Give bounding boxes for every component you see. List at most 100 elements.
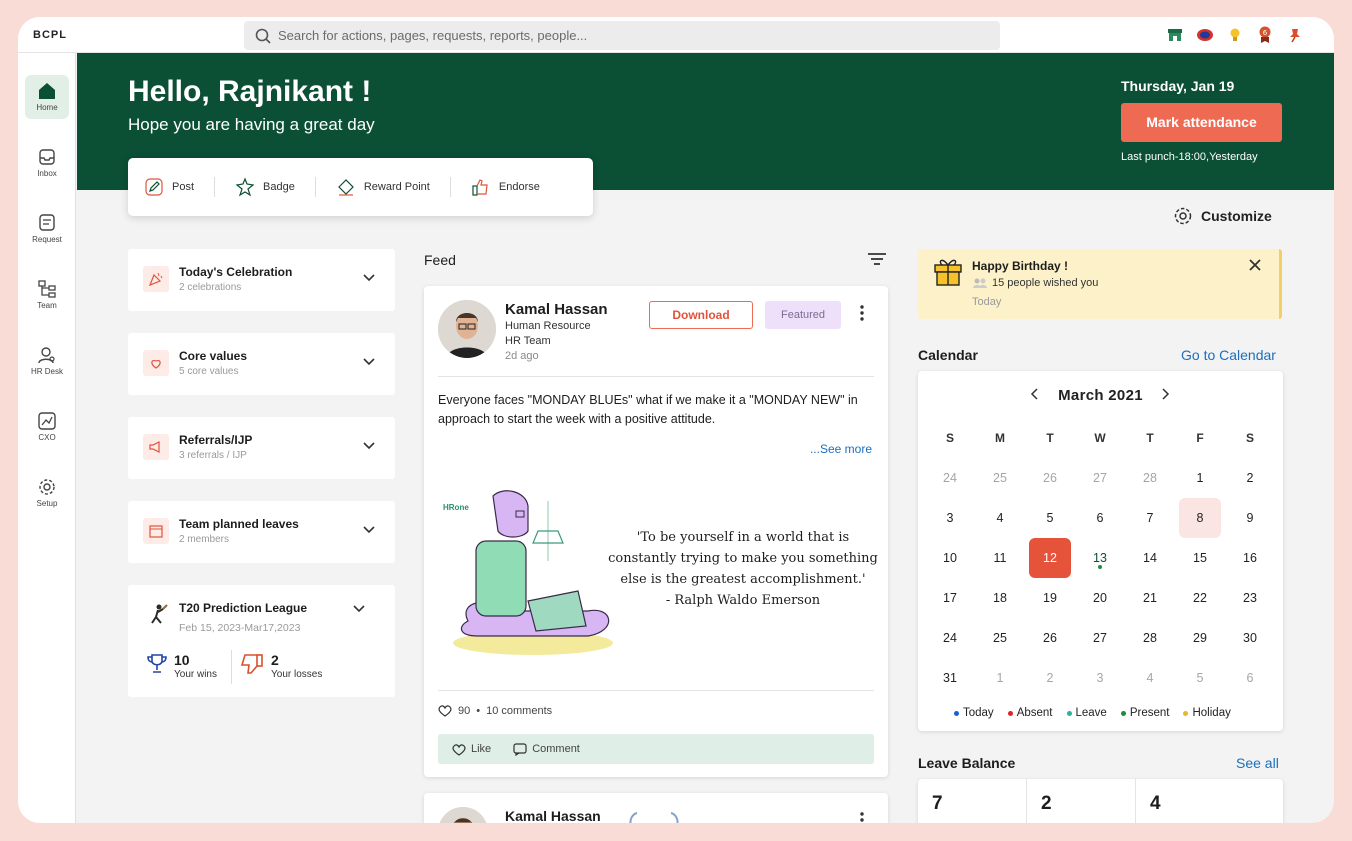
calendar-day[interactable]: 6 — [1225, 658, 1275, 698]
calendar-day[interactable]: 20 — [1075, 578, 1125, 618]
calendar-day[interactable]: 21 — [1125, 578, 1175, 618]
celebration-card[interactable]: Today's Celebration 2 celebrations — [128, 249, 395, 311]
author-name[interactable]: Kamal Hassan — [505, 301, 608, 318]
calendar-day[interactable]: 25 — [975, 618, 1025, 658]
calendar-day[interactable]: 15 — [1175, 538, 1225, 578]
leave-balance-value[interactable]: 2 — [1027, 779, 1136, 823]
sidebar-item-hr-desk[interactable]: HR Desk — [25, 339, 69, 383]
reward-point-action[interactable]: Reward Point — [314, 177, 450, 197]
legend-item: Leave — [1066, 707, 1107, 719]
calendar-day[interactable]: 7 — [1125, 498, 1175, 538]
comment-count[interactable]: 10 comments — [486, 705, 552, 717]
calendar-day[interactable]: 26 — [1025, 618, 1075, 658]
chevron-down-icon[interactable] — [353, 605, 365, 613]
calendar-day[interactable]: 22 — [1175, 578, 1225, 618]
mark-attendance-button[interactable]: Mark attendance — [1121, 103, 1282, 142]
calendar-day[interactable]: 27 — [1075, 618, 1125, 658]
customize-button[interactable]: Customize — [1173, 206, 1272, 226]
thumbs-up-icon — [472, 179, 488, 196]
calendar-day[interactable]: 18 — [975, 578, 1025, 618]
post-action-bar: Like Comment — [438, 734, 874, 764]
calendar-day[interactable]: 1 — [975, 658, 1025, 698]
calendar-day[interactable]: 3 — [925, 498, 975, 538]
see-more-link[interactable]: ...See more — [810, 442, 872, 456]
bulb-icon[interactable] — [1226, 26, 1244, 44]
search-input[interactable]: Search for actions, pages, requests, rep… — [244, 21, 1000, 50]
sidebar-item-team[interactable]: Team — [25, 273, 69, 317]
sidebar-item-setup[interactable]: Setup — [25, 471, 69, 515]
store-icon[interactable] — [1166, 26, 1184, 44]
calendar-day[interactable]: 30 — [1225, 618, 1275, 658]
comment-button[interactable]: Comment — [513, 742, 580, 756]
calendar-day[interactable]: 10 — [925, 538, 975, 578]
leave-balance-value[interactable]: 7 — [918, 779, 1027, 823]
filter-icon[interactable] — [867, 251, 887, 267]
leave-balance-value[interactable]: 4 — [1136, 779, 1245, 823]
badge-action[interactable]: Badge — [214, 177, 315, 197]
chevron-down-icon[interactable] — [363, 358, 375, 366]
close-icon[interactable] — [1249, 259, 1261, 271]
calendar-day[interactable]: 1 — [1175, 458, 1225, 498]
award-icon[interactable]: 6 — [1256, 26, 1274, 44]
hr-desk-icon — [38, 347, 55, 364]
see-all-link[interactable]: See all — [1236, 755, 1279, 771]
legend-label: Today — [963, 707, 994, 719]
calendar-day[interactable]: 28 — [1125, 458, 1175, 498]
chevron-right-icon[interactable] — [1160, 387, 1170, 401]
t20-league-card[interactable]: T20 Prediction League Feb 15, 2023-Mar17… — [128, 585, 395, 697]
chevron-down-icon[interactable] — [363, 526, 375, 534]
calendar-day[interactable]: 27 — [1075, 458, 1125, 498]
calendar-day[interactable]: 4 — [975, 498, 1025, 538]
chevron-down-icon[interactable] — [363, 274, 375, 282]
calendar-day[interactable]: 29 — [1175, 618, 1225, 658]
calendar-day[interactable]: 28 — [1125, 618, 1175, 658]
core-values-card[interactable]: Core values 5 core values — [128, 333, 395, 395]
star-badge-icon — [235, 177, 255, 197]
core-values-icon — [143, 350, 169, 376]
go-to-calendar-link[interactable]: Go to Calendar — [1181, 347, 1276, 363]
referrals-card[interactable]: Referrals/IJP 3 referrals / IJP — [128, 417, 395, 479]
sidebar-item-cxo[interactable]: CXO — [25, 405, 69, 449]
chevron-down-icon[interactable] — [363, 442, 375, 450]
sidebar-item-inbox[interactable]: Inbox — [25, 141, 69, 185]
calendar-day[interactable]: 5 — [1175, 658, 1225, 698]
calendar-day[interactable]: 5 — [1025, 498, 1075, 538]
birthday-date: Today — [972, 296, 1002, 308]
calendar-day[interactable]: 13 — [1075, 538, 1125, 578]
calendar-day[interactable]: 19 — [1025, 578, 1075, 618]
calendar-day[interactable]: 14 — [1125, 538, 1175, 578]
calendar-day[interactable]: 2 — [1025, 658, 1075, 698]
post-stats: 90 • 10 comments — [438, 704, 552, 717]
post-action[interactable]: Post — [144, 177, 214, 197]
calendar-day[interactable]: 25 — [975, 458, 1025, 498]
pin-icon[interactable] — [1286, 26, 1304, 44]
calendar-day[interactable]: 4 — [1125, 658, 1175, 698]
endorse-action[interactable]: Endorse — [449, 177, 560, 197]
author-name[interactable]: Kamal Hassan — [505, 808, 601, 823]
sidebar-item-request[interactable]: Request — [25, 207, 69, 251]
calendar-day[interactable]: 11 — [975, 538, 1025, 578]
calendar-day[interactable]: 23 — [1225, 578, 1275, 618]
team-leaves-card[interactable]: Team planned leaves 2 members — [128, 501, 395, 563]
birthday-wishes[interactable]: 15 people wished you — [972, 277, 1098, 289]
more-options-icon[interactable] — [859, 304, 865, 322]
calendar-day[interactable]: 6 — [1075, 498, 1125, 538]
calendar-day[interactable]: 2 — [1225, 458, 1275, 498]
calendar-day[interactable]: 24 — [925, 618, 975, 658]
calendar-day[interactable]: 26 — [1025, 458, 1075, 498]
calendar-day[interactable]: 17 — [925, 578, 975, 618]
avatar[interactable] — [438, 807, 488, 823]
calendar-day[interactable]: 3 — [1075, 658, 1125, 698]
avatar[interactable] — [438, 300, 496, 358]
calendar-day[interactable]: 12 — [1029, 538, 1071, 578]
like-button[interactable]: Like — [452, 743, 491, 756]
calendar-day[interactable]: 16 — [1225, 538, 1275, 578]
calendar-day[interactable]: 24 — [925, 458, 975, 498]
badge-icon[interactable] — [1196, 26, 1214, 44]
calendar-day[interactable]: 31 — [925, 658, 975, 698]
more-options-icon[interactable] — [859, 811, 865, 823]
download-button[interactable]: Download — [649, 301, 753, 329]
calendar-day[interactable]: 9 — [1225, 498, 1275, 538]
sidebar-item-home[interactable]: Home — [25, 75, 69, 119]
calendar-day[interactable]: 8 — [1179, 498, 1221, 538]
